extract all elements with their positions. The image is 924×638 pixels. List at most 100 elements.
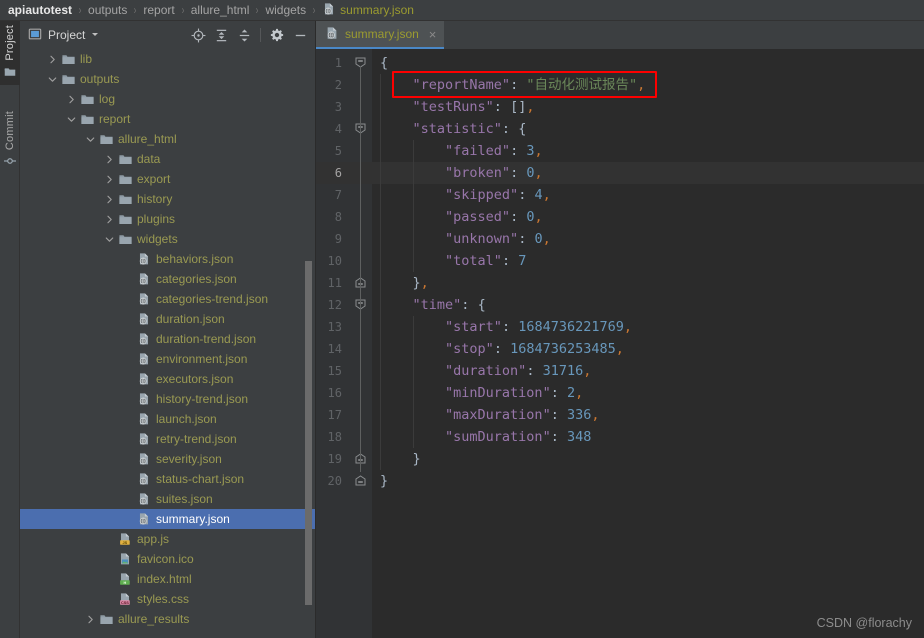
code-line[interactable]: "time": { bbox=[372, 294, 924, 316]
tree-file-row[interactable]: executors.json bbox=[20, 369, 315, 389]
fold-gutter-row[interactable] bbox=[350, 382, 372, 404]
fold-gutter-row[interactable] bbox=[350, 184, 372, 206]
tree-folder-row[interactable]: export bbox=[20, 169, 315, 189]
chevron-right-icon[interactable] bbox=[66, 94, 77, 105]
code-line[interactable]: "skipped": 4, bbox=[372, 184, 924, 206]
code-line[interactable]: "sumDuration": 348 bbox=[372, 426, 924, 448]
fold-gutter-row[interactable] bbox=[350, 338, 372, 360]
code-line[interactable]: } bbox=[372, 470, 924, 492]
chevron-right-icon[interactable] bbox=[104, 174, 115, 185]
chevron-down-icon[interactable] bbox=[104, 234, 115, 245]
chevron-right-icon[interactable] bbox=[85, 614, 96, 625]
tree-folder-row[interactable]: data bbox=[20, 149, 315, 169]
project-file-tree[interactable]: lib outputs log report allure_html data export… bbox=[20, 49, 315, 638]
fold-gutter-row[interactable] bbox=[350, 228, 372, 250]
code-line[interactable]: } bbox=[372, 448, 924, 470]
fold-gutter-row[interactable] bbox=[350, 448, 372, 470]
code-line[interactable]: "start": 1684736221769, bbox=[372, 316, 924, 338]
fold-gutter-row[interactable] bbox=[350, 272, 372, 294]
chevron-down-icon[interactable] bbox=[90, 28, 100, 42]
fold-gutter-row[interactable] bbox=[350, 294, 372, 316]
tree-folder-row[interactable]: lib bbox=[20, 49, 315, 69]
tree-file-row[interactable]: favicon.ico bbox=[20, 549, 315, 569]
close-icon[interactable]: × bbox=[429, 28, 437, 41]
fold-gutter-row[interactable] bbox=[350, 118, 372, 140]
tree-folder-row[interactable]: allure_results bbox=[20, 609, 315, 629]
scroll-from-source-icon[interactable] bbox=[190, 27, 206, 43]
code-folding-gutter[interactable] bbox=[350, 49, 372, 638]
fold-gutter-row[interactable] bbox=[350, 426, 372, 448]
fold-gutter-row[interactable] bbox=[350, 316, 372, 338]
tree-file-row[interactable]: categories-trend.json bbox=[20, 289, 315, 309]
chevron-down-icon[interactable] bbox=[85, 134, 96, 145]
tree-file-row[interactable]: behaviors.json bbox=[20, 249, 315, 269]
tool-window-button-commit[interactable]: Commit bbox=[0, 107, 20, 174]
code-line[interactable]: "statistic": { bbox=[372, 118, 924, 140]
breadcrumb-item-widgets[interactable]: widgets bbox=[265, 3, 306, 17]
tree-file-row[interactable]: summary.json bbox=[20, 509, 315, 529]
fold-gutter-row[interactable] bbox=[350, 404, 372, 426]
fold-gutter-row[interactable] bbox=[350, 74, 372, 96]
tree-file-row[interactable]: severity.json bbox=[20, 449, 315, 469]
tree-folder-row[interactable]: history bbox=[20, 189, 315, 209]
chevron-right-icon[interactable] bbox=[104, 194, 115, 205]
fold-gutter-row[interactable] bbox=[350, 96, 372, 118]
fold-end-icon[interactable] bbox=[355, 475, 366, 486]
tree-file-row[interactable]: status-chart.json bbox=[20, 469, 315, 489]
tree-folder-row[interactable]: allure_html bbox=[20, 129, 315, 149]
settings-gear-icon[interactable] bbox=[269, 27, 285, 43]
code-line[interactable]: "unknown": 0, bbox=[372, 228, 924, 250]
fold-gutter-row[interactable] bbox=[350, 52, 372, 74]
code-line[interactable]: "broken": 0, bbox=[372, 162, 924, 184]
fold-gutter-row[interactable] bbox=[350, 206, 372, 228]
code-line[interactable]: "minDuration": 2, bbox=[372, 382, 924, 404]
code-line[interactable]: "stop": 1684736253485, bbox=[372, 338, 924, 360]
breadcrumb-item-apiautotest[interactable]: apiautotest bbox=[8, 3, 72, 17]
fold-gutter-row[interactable] bbox=[350, 140, 372, 162]
tree-file-row[interactable]: history-trend.json bbox=[20, 389, 315, 409]
project-tree-scrollbar[interactable] bbox=[305, 261, 312, 605]
chevron-right-icon[interactable] bbox=[47, 54, 58, 65]
code-line[interactable]: "failed": 3, bbox=[372, 140, 924, 162]
tree-file-row[interactable]: suites.json bbox=[20, 489, 315, 509]
code-line[interactable]: "passed": 0, bbox=[372, 206, 924, 228]
tree-file-row[interactable]: categories.json bbox=[20, 269, 315, 289]
chevron-down-icon[interactable] bbox=[66, 114, 77, 125]
fold-gutter-row[interactable] bbox=[350, 470, 372, 492]
tree-folder-row[interactable]: log bbox=[20, 89, 315, 109]
fold-gutter-row[interactable] bbox=[350, 162, 372, 184]
tree-folder-row[interactable]: widgets bbox=[20, 229, 315, 249]
code-line[interactable]: "duration": 31716, bbox=[372, 360, 924, 382]
chevron-right-icon[interactable] bbox=[104, 154, 115, 165]
hide-panel-icon[interactable] bbox=[292, 27, 308, 43]
tree-file-row[interactable]: retry-trend.json bbox=[20, 429, 315, 449]
editor-tab-summary-json[interactable]: summary.json × bbox=[316, 21, 445, 49]
tree-file-row[interactable]: Hindex.html bbox=[20, 569, 315, 589]
tree-folder-row[interactable]: plugins bbox=[20, 209, 315, 229]
tree-file-row[interactable]: JS app.js bbox=[20, 529, 315, 549]
code-line[interactable]: "reportName": "自动化测试报告", bbox=[372, 74, 924, 96]
tree-file-row[interactable]: duration-trend.json bbox=[20, 329, 315, 349]
tree-file-row[interactable]: duration.json bbox=[20, 309, 315, 329]
breadcrumb-item-outputs[interactable]: outputs bbox=[88, 3, 127, 17]
code-line[interactable]: "total": 7 bbox=[372, 250, 924, 272]
fold-gutter-row[interactable] bbox=[350, 360, 372, 382]
fold-gutter-row[interactable] bbox=[350, 250, 372, 272]
tree-file-row[interactable]: environment.json bbox=[20, 349, 315, 369]
breadcrumb-item-summary-json[interactable]: summary.json bbox=[322, 2, 414, 19]
tree-folder-row[interactable]: outputs bbox=[20, 69, 315, 89]
tool-window-button-project[interactable]: Project bbox=[0, 21, 20, 85]
code-line[interactable]: "maxDuration": 336, bbox=[372, 404, 924, 426]
chevron-right-icon[interactable] bbox=[104, 214, 115, 225]
expand-all-icon[interactable] bbox=[213, 27, 229, 43]
tree-folder-row[interactable]: report bbox=[20, 109, 315, 129]
code-line[interactable]: }, bbox=[372, 272, 924, 294]
code-line[interactable]: "testRuns": [], bbox=[372, 96, 924, 118]
chevron-down-icon[interactable] bbox=[47, 74, 58, 85]
tree-file-row[interactable]: CSS styles.css bbox=[20, 589, 315, 609]
collapse-all-icon[interactable] bbox=[236, 27, 252, 43]
breadcrumb-item-allure-html[interactable]: allure_html bbox=[191, 3, 250, 17]
code-content[interactable]: { "reportName": "自动化测试报告", "testRuns": [… bbox=[372, 49, 924, 638]
project-panel-title-group[interactable]: Project bbox=[28, 27, 100, 44]
code-line[interactable]: { bbox=[372, 52, 924, 74]
